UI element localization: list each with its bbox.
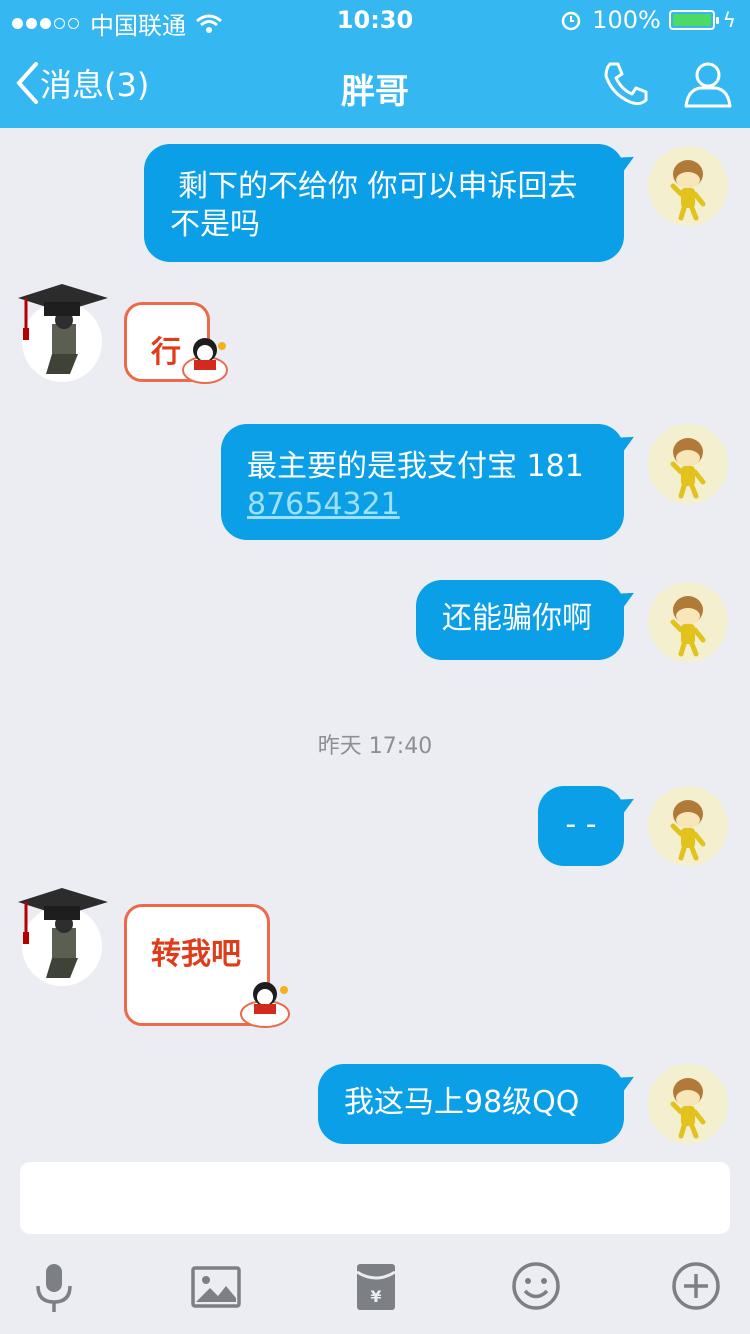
my-avatar[interactable]: [648, 424, 728, 504]
message-text: 剩下的不给你 你可以申诉回去: [178, 169, 578, 204]
svg-text:¥: ¥: [370, 1287, 381, 1306]
message-text: 最主要的是我支付宝 181: [247, 449, 584, 484]
my-avatar[interactable]: [648, 146, 728, 226]
red-envelope-icon[interactable]: ¥: [348, 1258, 404, 1314]
message-bubble-sent[interactable]: 最主要的是我支付宝 181 87654321: [221, 424, 624, 540]
my-avatar[interactable]: [648, 1064, 728, 1144]
microphone-icon[interactable]: [26, 1258, 82, 1314]
message-input[interactable]: [20, 1162, 730, 1234]
status-bar: 中国联通 10:30 100% ϟ: [0, 0, 750, 40]
charging-icon: ϟ: [722, 8, 736, 32]
cartoon-avatar-icon: [670, 596, 706, 657]
message-text: - -: [565, 807, 597, 842]
message-text: 不是吗: [170, 207, 260, 242]
message-text: 我这马上98级QQ: [344, 1085, 580, 1120]
nav-bar: 消息(3) 胖哥: [0, 44, 750, 124]
cartoon-avatar-icon: [670, 438, 706, 499]
message-text: 还能骗你啊: [442, 601, 592, 636]
battery-percent: 100%: [592, 6, 661, 34]
penguin-sticker-icon: [182, 338, 228, 384]
cartoon-avatar-icon: [670, 160, 706, 221]
message-bubble-sent[interactable]: - -: [538, 786, 624, 866]
phone-icon[interactable]: [600, 58, 652, 110]
cartoon-avatar-icon: [670, 1078, 706, 1139]
phone-number-link[interactable]: 87654321: [247, 486, 598, 524]
my-avatar[interactable]: [648, 786, 728, 866]
penguin-sticker-icon: [240, 982, 290, 1028]
image-icon[interactable]: [188, 1258, 244, 1314]
message-bubble-sent[interactable]: 剩下的不给你 你可以申诉回去 不是吗: [144, 144, 624, 262]
my-avatar[interactable]: [648, 582, 728, 662]
graduation-cap-icon: [18, 888, 108, 944]
battery-icon: [668, 10, 719, 30]
message-text: 行: [151, 335, 181, 370]
header-bar: 中国联通 10:30 100% ϟ 消息(3) 胖哥: [0, 0, 750, 128]
chat-toolbar: ¥: [0, 1250, 750, 1334]
message-bubble-sent[interactable]: 我这马上98级QQ: [318, 1064, 624, 1144]
profile-icon[interactable]: [682, 58, 734, 110]
emoji-icon[interactable]: [508, 1258, 564, 1314]
message-bubble-sent[interactable]: 还能骗你啊: [416, 580, 624, 660]
plus-icon[interactable]: [668, 1258, 724, 1314]
alarm-icon: [561, 11, 581, 31]
message-text: 转我吧: [151, 937, 241, 972]
graduation-cap-icon: [18, 284, 108, 340]
cartoon-avatar-icon: [670, 800, 706, 861]
message-timestamp: 昨天 17:40: [317, 734, 433, 759]
